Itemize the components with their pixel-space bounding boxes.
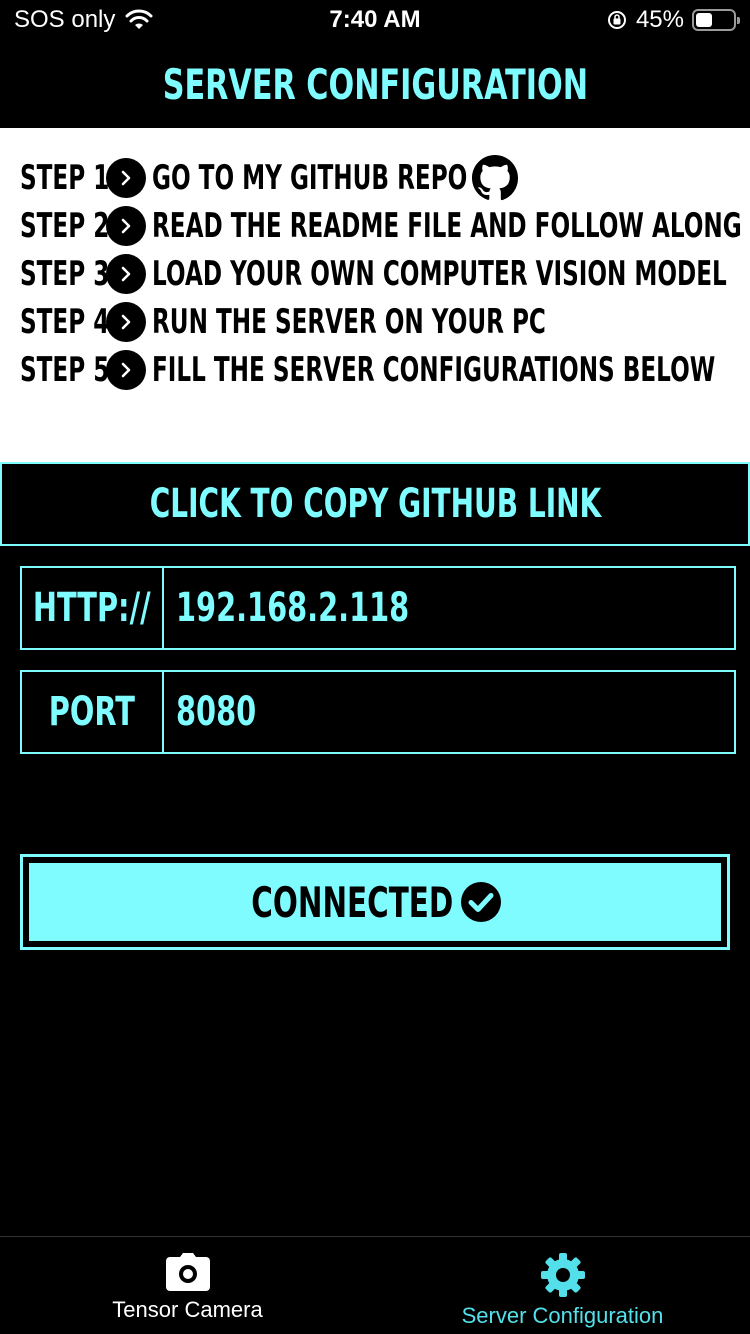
host-prefix-label: HTTP:// [33,585,151,631]
step-text: READ THE README FILE AND FOLLOW ALONG [152,206,742,246]
connect-button-inner: CONNECTED [26,860,724,944]
step-number: STEP 1 [20,158,110,198]
step-number: STEP 5 [20,350,110,390]
github-icon[interactable] [471,154,519,202]
step-2: STEP 2 READ THE README FILE AND FOLLOW A… [20,204,750,248]
copy-github-link-label: CLICK TO COPY GITHUB LINK [149,481,601,527]
step-5: STEP 5 FILL THE SERVER CONFIGURATIONS BE… [20,348,750,392]
port-input-value: 8080 [176,689,257,735]
chevron-right-icon [106,206,146,246]
chevron-right-icon [106,158,146,198]
battery-percent: 45% [635,6,684,33]
step-text: FILL THE SERVER CONFIGURATIONS BELOW [152,350,716,390]
chevron-right-icon [106,302,146,342]
battery-fill [696,13,713,27]
host-prefix: HTTP:// [22,568,164,648]
tab-label: Server Configuration [461,1303,664,1328]
copy-github-link-button[interactable]: CLICK TO COPY GITHUB LINK [0,462,750,546]
step-4: STEP 4 RUN THE SERVER ON YOUR PC [20,300,731,344]
port-input[interactable]: 8080 [164,672,734,752]
header: SERVER CONFIGURATION [0,40,750,128]
port-prefix: PORT [22,672,164,752]
connect-button[interactable]: CONNECTED [20,854,730,950]
port-field: PORT 8080 [20,670,736,754]
check-circle-icon [461,882,502,922]
host-field: HTTP:// 192.168.2.118 [20,566,736,650]
steps-panel: STEP 1 GO TO MY GITHUB REPO STEP 2 READ … [0,128,750,462]
step-text: LOAD YOUR OWN COMPUTER VISION MODEL [152,254,727,294]
step-number: STEP 4 [20,302,110,342]
step-number: STEP 2 [20,206,110,246]
tab-bar: Tensor Camera Server Configuration [0,1236,750,1334]
step-text: RUN THE SERVER ON YOUR PC [152,302,546,342]
gear-icon [540,1253,585,1297]
port-prefix-label: PORT [48,689,136,735]
tab-server-configuration[interactable]: Server Configuration [375,1237,750,1334]
status-bar: SOS only 7:40 AM 45% [0,0,750,40]
step-1: STEP 1 GO TO MY GITHUB REPO [20,154,519,202]
orientation-lock-icon [607,11,626,29]
battery-icon [692,9,740,31]
status-right: 45% [606,6,740,34]
step-number: STEP 3 [20,254,110,294]
host-input-value: 192.168.2.118 [176,585,410,631]
page-title: SERVER CONFIGURATION [162,59,588,109]
step-text: GO TO MY GITHUB REPO [152,158,468,198]
camera-icon [165,1253,210,1291]
connect-button-label: CONNECTED [251,877,453,927]
chevron-right-icon [106,350,146,390]
tab-label: Tensor Camera [112,1297,263,1322]
tab-tensor-camera[interactable]: Tensor Camera [0,1237,375,1334]
chevron-right-icon [106,254,146,294]
step-3: STEP 3 LOAD YOUR OWN COMPUTER VISION MOD… [20,252,750,296]
host-input[interactable]: 192.168.2.118 [164,568,734,648]
